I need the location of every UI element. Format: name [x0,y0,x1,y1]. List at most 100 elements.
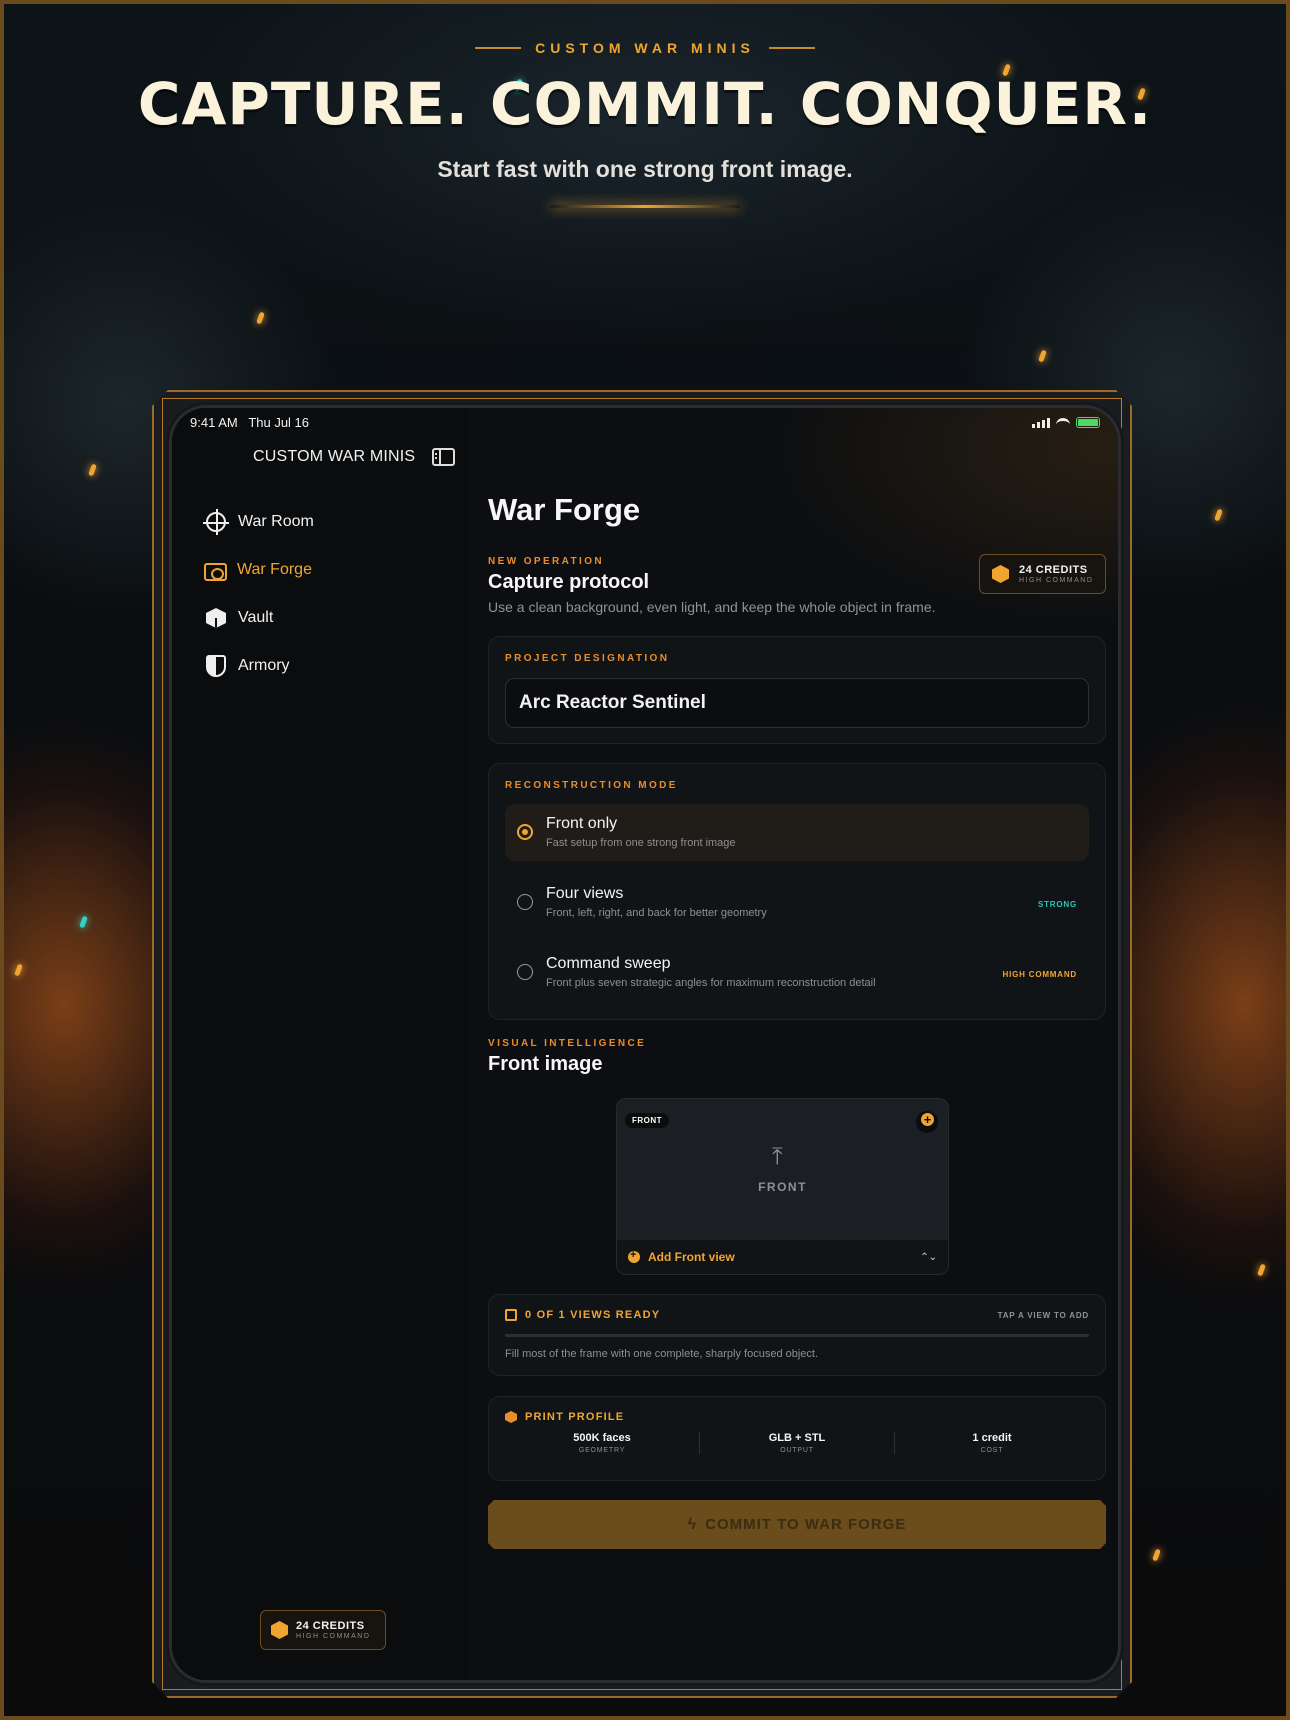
hexagon-icon [271,1621,288,1639]
status-date: Thu Jul 16 [248,415,310,430]
operation-title: Capture protocol [488,571,650,593]
package-icon [505,1411,517,1423]
status-indicators [1032,417,1100,428]
option-tag: HIGH COMMAND [1002,970,1077,979]
radio-button[interactable] [517,964,533,980]
project-card: PROJECT DESIGNATION Arc Reactor Sentinel [488,636,1106,744]
add-view-label: Add Front view [648,1250,735,1264]
option-description: Fast setup from one strong front image [546,837,736,849]
operation-header: NEW OPERATION Capture protocol Use a cle… [488,556,936,615]
upload-icon: ⤒ [772,1143,783,1170]
ember-decor [256,311,265,325]
operation-description: Use a clean background, even light, and … [488,599,936,615]
views-ready-description: Fill most of the frame with one complete… [505,1348,819,1360]
views-ready-status: 0 OF 1 VIEWS READY [525,1309,661,1321]
radio-button[interactable] [517,894,533,910]
sidebar-item-armory[interactable]: Armory [204,642,444,690]
page-title: War Forge [488,492,641,527]
add-icon[interactable] [916,1111,938,1133]
operation-kicker: NEW OPERATION [488,556,605,567]
credits-tier: HIGH COMMAND [1019,577,1094,584]
ember-decor [14,963,23,977]
tablet-screen: 9:41 AM Thu Jul 16 CUSTOM WAR MINIS War … [172,408,1118,1680]
sidebar-nav: War Room War Forge Vault Armory [203,498,444,690]
bolt-icon: ϟ [687,1515,698,1533]
mode-option-command-sweep[interactable]: Command sweep Front plus seven strategic… [505,944,1089,1001]
stat-label: GEOMETRY [578,1447,626,1454]
add-view-dropdown[interactable]: Add Front view ⌃⌄ [617,1240,948,1274]
signal-icon [1032,417,1050,428]
hero-eyebrow-row: CUSTOM WAR MINIS [0,40,1290,56]
sidebar-item-label: Armory [238,657,290,674]
hero-title: CAPTURE. COMMIT. CONQUER. [137,70,1153,138]
battery-icon [1076,417,1100,428]
reconstruction-mode-card: RECONSTRUCTION MODE Front only Fast setu… [488,763,1106,1020]
sidebar-toggle-icon[interactable] [432,448,455,466]
stat-output: GLB + STL OUTPUT [699,1432,894,1454]
hero: CUSTOM WAR MINIS CAPTURE. COMMIT. CONQUE… [0,40,1290,208]
sidebar-item-label: Vault [238,609,274,626]
visual-kicker: VISUAL INTELLIGENCE [488,1038,647,1049]
mode-option-front-only[interactable]: Front only Fast setup from one strong fr… [505,804,1089,861]
hero-subtitle: Start fast with one strong front image. [437,156,853,182]
radio-button[interactable] [517,824,533,840]
credits-amount: 24 CREDITS [296,1620,365,1632]
sidebar-item-label: War Forge [237,561,312,578]
divider [475,47,522,49]
commit-label: COMMIT TO WAR FORGE [705,1516,907,1533]
views-progress-bar [505,1334,1089,1337]
credits-badge[interactable]: 24 CREDITS HIGH COMMAND [979,554,1106,594]
print-stats: 500K faces GEOMETRY GLB + STL OUTPUT 1 c… [505,1432,1089,1454]
sidebar-item-war-room[interactable]: War Room [203,498,444,546]
project-name-input[interactable]: Arc Reactor Sentinel [505,678,1089,728]
option-title: Front only [546,815,618,832]
ember-decor [1152,1548,1161,1562]
crosshair-icon [203,509,229,535]
sidebar-item-war-forge[interactable]: War Forge [204,546,444,594]
ember-decor [88,463,97,477]
ember-decor [1214,508,1223,522]
cube-icon [206,608,226,628]
front-view-upload-tile[interactable]: FRONT ⤒ FRONT Add Front view ⌃⌄ [616,1098,949,1275]
commit-button[interactable]: ϟ COMMIT TO WAR FORGE [488,1500,1106,1549]
print-profile-card: PRINT PROFILE 500K faces GEOMETRY GLB + … [488,1396,1106,1481]
chevron-updown-icon: ⌃⌄ [920,1251,937,1263]
ember-decor [1257,1263,1266,1277]
divider [768,47,815,49]
stat-value: GLB + STL [768,1432,826,1444]
option-tag: STRONG [1037,900,1077,909]
upload-label: FRONT [758,1180,807,1194]
mode-label: RECONSTRUCTION MODE [505,780,678,791]
stat-value: 500K faces [573,1432,631,1444]
plus-circle-icon [628,1249,640,1263]
main-panel: War Forge NEW OPERATION Capture protocol… [468,408,1118,1680]
stat-cost: 1 credit COST [894,1432,1089,1454]
hero-glow-divider [550,205,740,208]
wifi-icon [1056,417,1070,428]
stat-geometry: 500K faces GEOMETRY [505,1432,699,1454]
sidebar: 9:41 AM Thu Jul 16 CUSTOM WAR MINIS War … [172,408,468,1680]
frame-icon [505,1309,517,1321]
ember-decor [1038,349,1047,363]
visual-title: Front image [488,1053,603,1075]
project-label: PROJECT DESIGNATION [505,653,670,664]
status-clock: 9:41 AM [190,415,238,430]
mode-option-four-views[interactable]: Four views Front, left, right, and back … [505,874,1089,931]
views-ready-hint: TAP A VIEW TO ADD [997,1310,1089,1320]
sidebar-item-label: War Room [238,513,314,530]
credits-amount: 24 CREDITS [1019,564,1088,576]
sidebar-credits-badge[interactable]: 24 CREDITS HIGH COMMAND [260,1610,386,1650]
status-time: 9:41 AM Thu Jul 16 [190,415,309,430]
option-title: Four views [546,885,624,902]
option-description: Front, left, right, and back for better … [546,907,767,919]
stat-label: OUTPUT [780,1447,814,1454]
view-badge: FRONT [625,1113,670,1128]
credits-tier: HIGH COMMAND [296,1633,371,1640]
sidebar-item-vault[interactable]: Vault [204,594,444,642]
hero-eyebrow: CUSTOM WAR MINIS [535,40,755,56]
forge-icon [204,562,227,581]
visual-section-header: VISUAL INTELLIGENCE Front image [488,1038,646,1076]
ember-decor [79,915,88,929]
print-profile-label: PRINT PROFILE [525,1411,625,1423]
hexagon-icon [992,565,1009,583]
